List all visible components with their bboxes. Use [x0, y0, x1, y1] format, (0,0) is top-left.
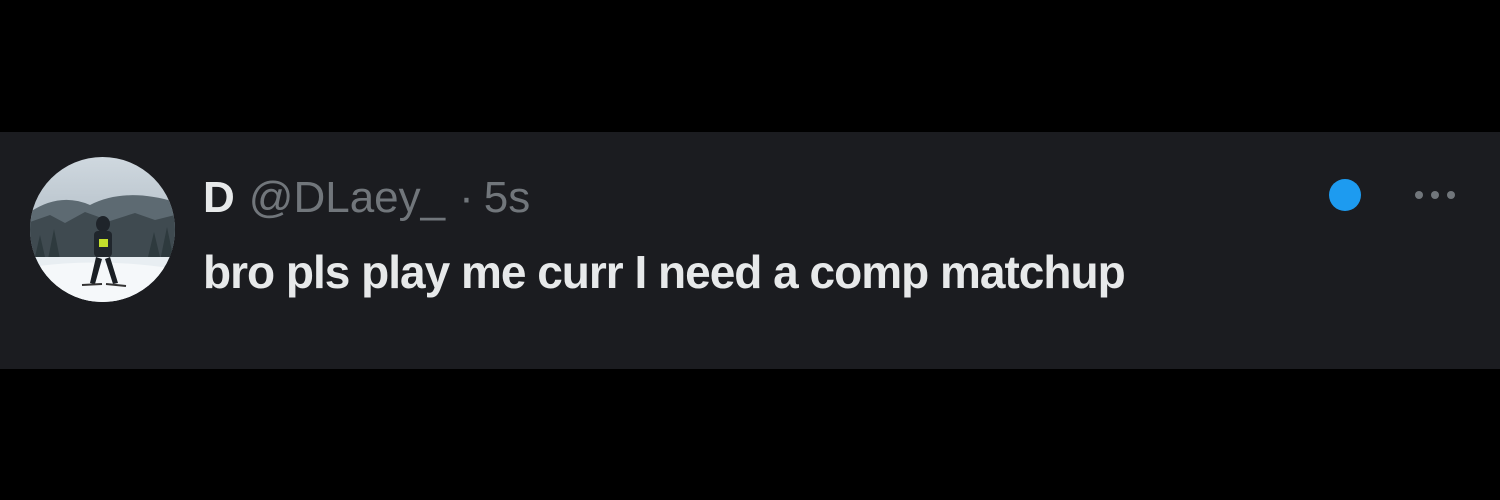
user-handle[interactable]: @DLaey_	[249, 170, 445, 226]
unread-indicator-icon	[1329, 179, 1361, 211]
tweet-timestamp[interactable]: 5s	[484, 170, 530, 226]
tweet-card[interactable]: D @DLaey_ · 5s bro pls play me curr I ne…	[0, 132, 1500, 369]
user-avatar[interactable]	[30, 157, 175, 302]
more-horizontal-icon	[1447, 191, 1455, 199]
display-name[interactable]: D	[203, 170, 235, 226]
header-separator: ·	[459, 173, 474, 222]
tweet-text: bro pls play me curr I need a comp match…	[203, 246, 1126, 298]
more-horizontal-icon	[1415, 191, 1423, 199]
more-options-button[interactable]	[1405, 175, 1465, 215]
tweet-header: D @DLaey_ · 5s	[203, 170, 530, 226]
more-horizontal-icon	[1431, 191, 1439, 199]
avatar-photo-icon	[30, 157, 175, 302]
